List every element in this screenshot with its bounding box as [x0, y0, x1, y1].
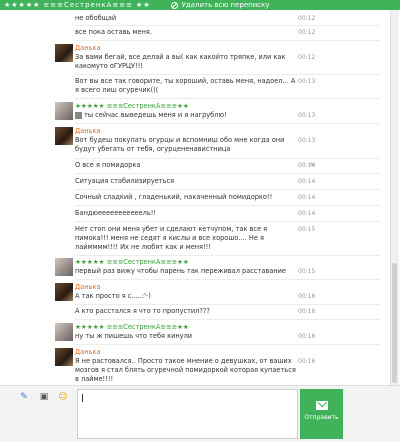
avatar[interactable] — [55, 323, 73, 341]
message-author[interactable]: Данька — [75, 44, 100, 53]
avatar[interactable] — [55, 102, 73, 120]
message-time: 00:12 — [298, 29, 316, 36]
message-author[interactable]: Данька — [75, 348, 100, 357]
message-time: 00:16 — [298, 333, 316, 340]
message-time: 00:14 — [298, 194, 316, 201]
message-time: 00:16 — [298, 358, 316, 365]
message-time: 00:16 — [298, 293, 316, 300]
message-list: не обобщай 00:12 все пока оставь меня. 0… — [8, 10, 388, 385]
message-text: Нет стоп они меня убет и сделают кетчупо… — [75, 225, 268, 251]
message-text: Вот будеш покупать огурцы и вспомниш обо… — [75, 136, 285, 153]
envelope-icon — [315, 401, 328, 410]
message-text: не обобщай — [75, 14, 117, 22]
avatar[interactable] — [55, 127, 73, 145]
message-time: 00:13 — [298, 78, 316, 85]
avatar[interactable] — [55, 44, 73, 62]
message-time: 00:12 — [298, 15, 316, 22]
message-author[interactable]: ★★★★★ ≡≡≡СестренкА≡≡≡★★ — [75, 258, 189, 267]
message-input[interactable] — [77, 389, 298, 439]
message-time: 00:15 — [298, 268, 316, 275]
composer-bar: ✎ ▣ ☺ Отправить — [0, 385, 400, 442]
message-author[interactable]: ★★★★★ ≡≡≡СестренкА≡≡≡★★ — [75, 102, 189, 111]
message-time: 00:12 — [298, 54, 316, 61]
message-text: Ситуация стабилизируеться — [75, 177, 175, 185]
message-text: А так просто я с.....:'-) — [75, 292, 151, 300]
message-text: Сочный сладкий , гладенький, накаченный … — [75, 193, 273, 201]
pen-icon[interactable]: ✎ — [18, 391, 30, 403]
message-time: 00:15 — [298, 226, 316, 233]
delete-conversation-button[interactable]: Удалить всю переписку — [170, 1, 270, 9]
chat-scrollbar[interactable] — [390, 10, 399, 385]
message-text: первый раз вижу чтобы парень так пережив… — [75, 267, 286, 275]
message-text: Бандюееееееееееель!! — [75, 209, 156, 217]
message-author[interactable]: Данька — [75, 127, 100, 136]
message-text: ты сейчас выведешь меня и я нагрублю! — [75, 111, 300, 120]
avatar[interactable] — [55, 258, 73, 276]
smiley-icon[interactable]: ☺ — [57, 391, 69, 403]
message-author[interactable]: ★★★★★ ≡≡≡СестренкА≡≡≡★★ — [75, 323, 189, 332]
message-text: Вот вы все так говорите, ты хороший, ост… — [75, 77, 296, 94]
gift-icon[interactable]: ▣ — [38, 391, 50, 403]
message-time: 00:14 — [298, 210, 316, 217]
send-button[interactable]: Отправить — [300, 389, 343, 439]
message-text: О все я помидорка — [75, 161, 141, 169]
message-time: 00:13 — [298, 112, 316, 119]
message-text: За вами бегай, все делай а вы( как какой… — [75, 53, 286, 70]
chat-header: ★★★★★ ≡≡≡СестренкА≡≡≡ ★★ Удалить всю переп… — [0, 0, 400, 10]
message-text: Я не растовался.. Просто такое мнение о … — [75, 357, 296, 383]
message-time: 00:14 — [298, 162, 316, 169]
message-text: А кто расстался я что то пропустил??? — [75, 307, 210, 315]
message-text: все пока оставь меня. — [75, 28, 152, 36]
scrollbar-thumb[interactable] — [392, 263, 397, 383]
message-time: 00:13 — [298, 137, 316, 144]
message-author[interactable]: Данька — [75, 283, 100, 292]
message-text: ну ты ж пишешь что тебя кинули — [75, 332, 193, 340]
emoji-icon — [75, 111, 82, 119]
avatar[interactable] — [55, 348, 73, 366]
avatar[interactable] — [55, 283, 73, 301]
message-time: 00:16 — [298, 308, 316, 315]
conversation-title: ★★★★★ ≡≡≡СестренкА≡≡≡ ★★ — [4, 1, 151, 9]
ban-icon — [170, 1, 178, 9]
message-time: 00:14 — [298, 178, 316, 185]
